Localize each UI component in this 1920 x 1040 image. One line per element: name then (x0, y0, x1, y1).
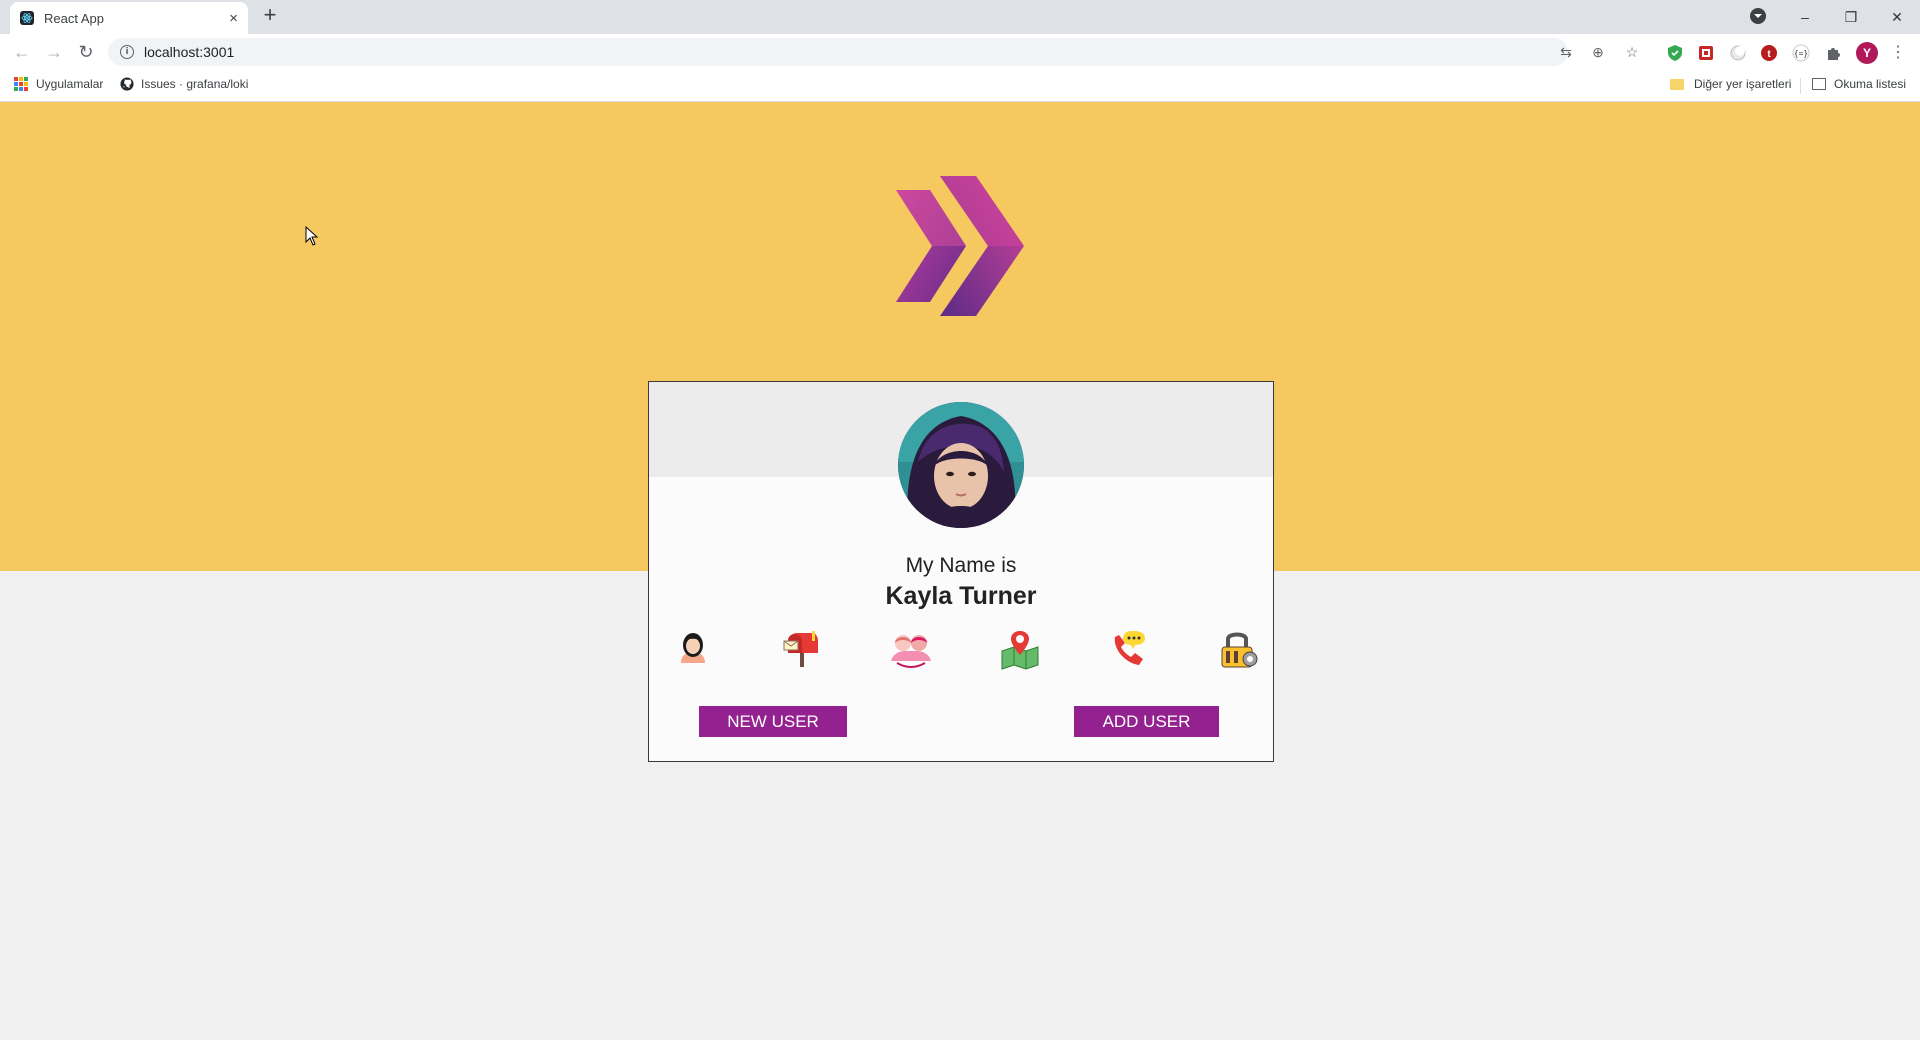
person-icon[interactable] (671, 627, 715, 671)
tab-bar: React App × + – ❐ ✕ (0, 0, 1920, 34)
mailbox-icon[interactable] (780, 627, 824, 671)
page-body: My Name is Kayla Turner NEW USER ADD USE… (0, 102, 1920, 1040)
age-icon[interactable] (889, 627, 933, 671)
address-bar[interactable]: i localhost:3001 ⇆ ⊕ (108, 38, 1604, 66)
url-text[interactable]: localhost:3001 (144, 44, 234, 60)
new-user-button[interactable]: NEW USER (699, 706, 847, 737)
profile-avatar[interactable]: Y (1856, 42, 1878, 64)
bookmarks-bar: Uygulamalar Issues · grafana/loki Diğer … (0, 70, 1920, 102)
phone-icon[interactable] (1107, 627, 1151, 671)
bookmark-issues[interactable]: Issues · grafana/loki (120, 77, 248, 91)
chevron-logo-icon (896, 176, 1024, 316)
info-icons-row (671, 627, 1261, 675)
browser-menu-icon[interactable]: ⋮ (1890, 42, 1906, 62)
map-icon[interactable] (998, 627, 1042, 671)
puzzle-extension-icon[interactable] (1824, 44, 1842, 62)
browser-toolbar: ← → ↻ i localhost:3001 ⇆ ⊕ ☆ t {=} Y ⋮ (0, 34, 1920, 70)
json-extension-icon[interactable]: {=} (1792, 44, 1810, 62)
add-user-button[interactable]: ADD USER (1074, 706, 1219, 737)
minimize-button[interactable]: – (1782, 0, 1828, 34)
dark-red-extension-icon[interactable]: t (1760, 44, 1778, 62)
reading-list-icon (1812, 78, 1826, 90)
github-icon (120, 77, 134, 91)
bookmark-apps[interactable]: Uygulamalar (14, 77, 103, 91)
user-name: Kayla Turner (885, 582, 1037, 610)
zoom-icon[interactable]: ⊕ (1590, 44, 1606, 60)
close-window-button[interactable]: ✕ (1874, 0, 1920, 34)
tab-search-icon[interactable] (1750, 8, 1766, 24)
name-intro: My Name is (905, 554, 1017, 577)
restore-button[interactable]: ❐ (1828, 0, 1874, 34)
bookmarks-divider (1800, 78, 1801, 94)
svg-text:{=}: {=} (1794, 49, 1808, 58)
react-icon (20, 11, 34, 25)
browser-tab[interactable]: React App × (10, 2, 248, 34)
site-info-icon[interactable]: i (120, 45, 134, 59)
bookmark-other-label: Diğer yer işaretleri (1694, 77, 1792, 91)
bookmark-reading-list-label: Okuma listesi (1834, 77, 1907, 91)
translate-icon[interactable]: ⇆ (1558, 44, 1574, 60)
tab-close-icon[interactable]: × (229, 10, 238, 27)
bookmark-reading-list[interactable]: Okuma listesi (1812, 77, 1906, 91)
user-avatar (898, 402, 1024, 528)
apps-grid-icon (14, 77, 28, 91)
tab-title: React App (44, 10, 104, 26)
bookmark-star-icon[interactable]: ☆ (1624, 44, 1640, 60)
bookmark-apps-label: Uygulamalar (36, 77, 104, 91)
pdf-extension-icon[interactable] (1697, 44, 1715, 62)
folder-icon (1670, 78, 1684, 90)
bookmark-issues-label: Issues · grafana/loki (141, 77, 249, 91)
forward-button[interactable]: → (42, 40, 66, 64)
bookmark-other[interactable]: Diğer yer işaretleri (1670, 77, 1791, 91)
moon-extension-icon[interactable] (1729, 44, 1747, 62)
mouse-cursor-icon (305, 226, 319, 246)
new-tab-button[interactable]: + (258, 4, 282, 28)
user-card: My Name is Kayla Turner NEW USER ADD USE… (648, 381, 1274, 762)
reload-button[interactable]: ↻ (74, 40, 98, 64)
lock-icon[interactable] (1216, 627, 1260, 671)
back-button[interactable]: ← (10, 40, 34, 64)
shield-extension-icon[interactable] (1666, 44, 1684, 62)
